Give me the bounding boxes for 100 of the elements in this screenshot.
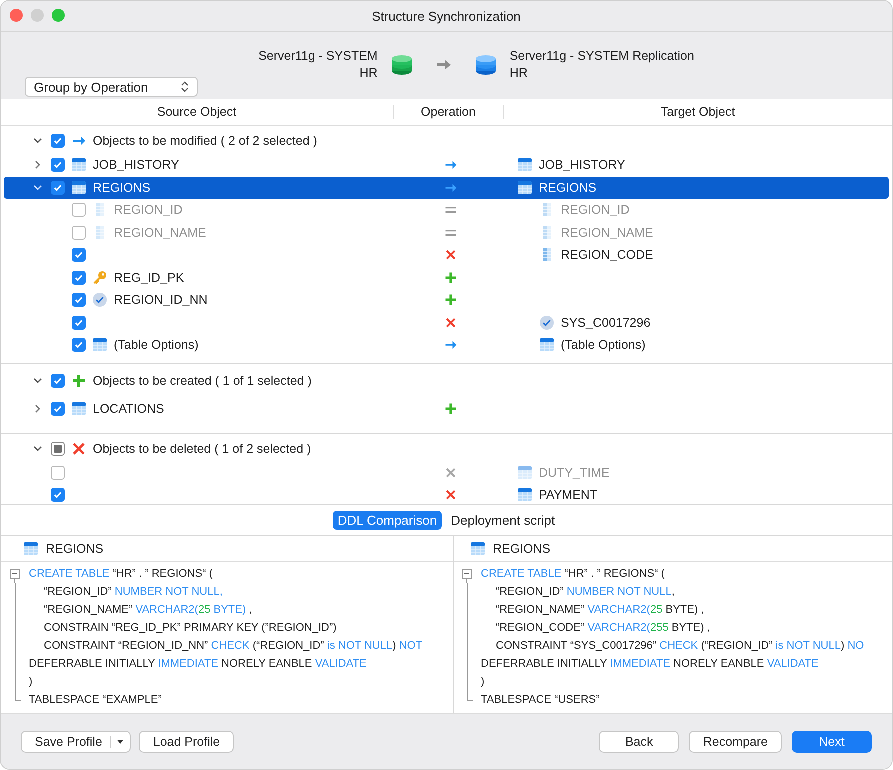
tree-row[interactable]: LOCATIONS bbox=[4, 394, 889, 424]
source-object-name: (Table Options) bbox=[114, 338, 199, 352]
checkbox[interactable] bbox=[72, 270, 86, 285]
tree-row[interactable]: REGIONS REGIONS bbox=[4, 176, 889, 199]
target-object-name: REGIONS bbox=[539, 180, 597, 195]
close-button[interactable] bbox=[10, 9, 23, 22]
pane-title: REGIONS bbox=[46, 542, 104, 556]
checkbox[interactable] bbox=[72, 293, 86, 308]
key-icon bbox=[92, 270, 108, 286]
chevron-icon[interactable] bbox=[33, 136, 43, 146]
table-icon bbox=[517, 487, 533, 504]
checkmark-icon bbox=[74, 250, 84, 260]
checkmark-icon bbox=[74, 272, 84, 283]
window-title: Structure Synchronization bbox=[372, 8, 521, 24]
checkbox[interactable] bbox=[72, 203, 86, 218]
code-line: CREATE TABLE “HR” . ” REGIONS“ ( bbox=[29, 568, 213, 580]
next-button[interactable]: Next bbox=[792, 730, 872, 752]
operation-icon bbox=[444, 466, 458, 480]
chevron-icon[interactable] bbox=[33, 444, 43, 454]
checkbox[interactable] bbox=[51, 134, 65, 148]
tree-row[interactable]: JOB_HISTORY JOB_HISTORY bbox=[4, 154, 889, 176]
updown-icon bbox=[181, 81, 189, 93]
operation-icon bbox=[71, 440, 87, 456]
source-object-name: REGIONS bbox=[93, 180, 151, 195]
code-line: ) bbox=[481, 676, 485, 688]
table-icon bbox=[23, 540, 39, 556]
operation-icon bbox=[444, 316, 458, 330]
code-line: TABLESPACE “USERS” bbox=[481, 694, 600, 706]
operation-icon bbox=[444, 293, 458, 308]
dialog-button[interactable]: Back bbox=[599, 730, 680, 752]
group-label: Objects to be modified ( 2 of 2 selected ) bbox=[93, 134, 318, 148]
chevron-icon[interactable] bbox=[33, 160, 43, 170]
tree-row[interactable]: PAYMENT bbox=[4, 484, 889, 504]
target-object-name: REGION_CODE bbox=[561, 248, 654, 262]
group-by-dropdown[interactable]: Group by Operation bbox=[25, 77, 198, 97]
checkmark-icon bbox=[74, 318, 84, 328]
zoom-button[interactable] bbox=[52, 9, 65, 22]
checkbox[interactable] bbox=[51, 442, 65, 456]
table-icon bbox=[71, 180, 87, 196]
chevron-icon[interactable] bbox=[33, 404, 43, 414]
group-label: Objects to be deleted ( 1 of 2 selected ) bbox=[93, 442, 312, 456]
tab[interactable]: Deployment script bbox=[446, 510, 560, 530]
profile-button[interactable]: Load Profile bbox=[139, 730, 234, 752]
tree-row[interactable]: REGION_ID_NN bbox=[4, 289, 889, 312]
source-object-name: REGION_ID_NN bbox=[114, 293, 208, 308]
operation-icon bbox=[444, 270, 458, 285]
table-icon bbox=[517, 464, 533, 481]
check-icon bbox=[92, 292, 108, 308]
chevron-icon[interactable] bbox=[33, 182, 43, 193]
checkbox[interactable] bbox=[51, 488, 65, 502]
table-icon bbox=[71, 157, 87, 174]
checkbox[interactable] bbox=[72, 338, 86, 352]
checkbox[interactable] bbox=[51, 466, 65, 480]
target-object-name: PAYMENT bbox=[539, 488, 598, 502]
code-line: “REGION_NAME” VARCHAR2(25 BYTE) , bbox=[495, 604, 704, 616]
dialog-button[interactable]: Recompare bbox=[689, 730, 782, 752]
database-icon bbox=[474, 53, 498, 77]
table-icon bbox=[517, 180, 533, 196]
checkmark-icon bbox=[74, 340, 84, 350]
operation-icon bbox=[444, 488, 458, 502]
column-header: Operation bbox=[393, 105, 503, 119]
operation-icon bbox=[71, 372, 87, 388]
check-icon bbox=[539, 314, 555, 331]
code-line: CONSTRAINT “SYS_C0017296” CHECK (“REGION_ID” is NOT NULL) NO bbox=[495, 640, 864, 652]
caret-icon bbox=[117, 740, 124, 744]
target-schema: HR bbox=[510, 65, 529, 82]
table-icon bbox=[517, 157, 533, 174]
table-icon bbox=[539, 337, 555, 354]
source-object-name: REGION_ID bbox=[114, 203, 183, 218]
operation-icon bbox=[444, 248, 458, 262]
tree-row[interactable]: REGION_CODE bbox=[4, 244, 889, 266]
checkbox[interactable] bbox=[72, 316, 86, 330]
tree-row[interactable]: REG_ID_PK bbox=[4, 266, 889, 289]
checkmark-icon bbox=[53, 182, 63, 193]
tree-row[interactable]: SYS_C0017296 bbox=[4, 312, 889, 334]
operation-icon bbox=[444, 402, 458, 416]
tab[interactable]: DDL Comparison bbox=[332, 510, 442, 530]
checkbox[interactable] bbox=[51, 158, 65, 172]
code-line: “REGION_NAME” VARCHAR2(25 BYTE) , bbox=[43, 604, 252, 616]
checkbox[interactable] bbox=[51, 402, 65, 416]
checkbox[interactable] bbox=[72, 226, 86, 240]
chevron-icon[interactable] bbox=[33, 376, 43, 386]
code-line: TABLESPACE “EXAMPLE” bbox=[29, 694, 162, 706]
target-object-name: JOB_HISTORY bbox=[539, 158, 626, 172]
checkbox[interactable] bbox=[51, 180, 65, 195]
save-profile-button[interactable]: Save Profile bbox=[21, 730, 132, 752]
target-object-name: DUTY_TIME bbox=[539, 466, 610, 480]
group-label: Objects to be created ( 1 of 1 selected ) bbox=[93, 374, 312, 388]
code-line: “REGION_CODE” VARCHAR2(255 BYTE) , bbox=[495, 622, 710, 634]
code-line: ) bbox=[29, 676, 33, 688]
source-object-name: LOCATIONS bbox=[93, 402, 164, 416]
target-object-name: SYS_C0017296 bbox=[561, 316, 651, 330]
checkmark-icon bbox=[53, 160, 63, 170]
checkbox[interactable] bbox=[51, 374, 65, 388]
source-server: Server11g - SYSTEM bbox=[258, 48, 378, 65]
checkmark-icon bbox=[53, 490, 63, 500]
database-icon bbox=[390, 53, 414, 77]
checkbox[interactable] bbox=[72, 248, 86, 262]
tree-row[interactable]: (Table Options) (Table Options) bbox=[4, 334, 889, 356]
checkmark-icon bbox=[53, 136, 63, 146]
